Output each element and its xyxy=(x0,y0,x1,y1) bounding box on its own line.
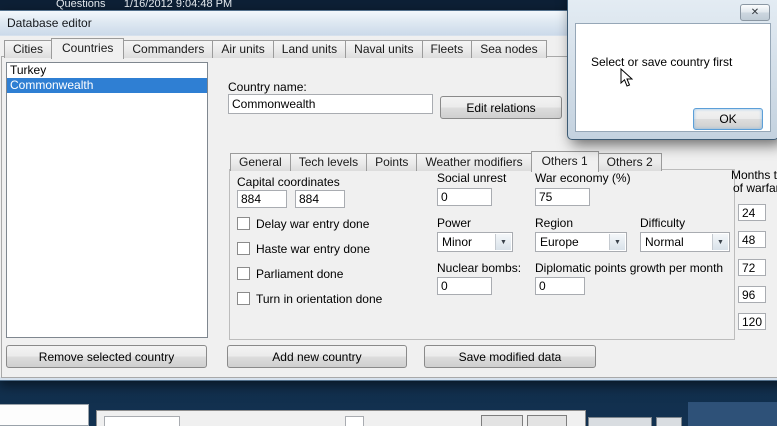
tab-general[interactable]: General xyxy=(230,153,291,171)
months-label-line1: Months to xyxy=(731,168,777,182)
tab-land-units[interactable]: Land units xyxy=(272,40,347,58)
country-name-input[interactable] xyxy=(228,94,433,114)
tab-others-2[interactable]: Others 2 xyxy=(597,153,662,171)
tab-points[interactable]: Points xyxy=(366,153,418,171)
social-unrest-input[interactable] xyxy=(437,188,492,206)
tab-sea-nodes[interactable]: Sea nodes xyxy=(471,40,547,58)
message-box-body: Select or save country first OK xyxy=(575,23,771,132)
window-title: Database editor xyxy=(7,16,92,30)
add-new-country-button[interactable]: Add new country xyxy=(227,345,407,368)
capital-coordinates-label: Capital coordinates xyxy=(237,175,340,189)
list-item-commonwealth[interactable]: Commonwealth xyxy=(7,78,207,93)
list-item-turkey[interactable]: Turkey xyxy=(7,63,207,78)
tab-fleets[interactable]: Fleets xyxy=(421,40,473,58)
months-input-3[interactable] xyxy=(738,259,766,276)
diplomatic-points-label: Diplomatic points growth per month xyxy=(535,261,724,275)
war-economy-label: War economy (%) xyxy=(535,171,631,185)
dropdown-arrow-icon: ▼ xyxy=(495,234,511,250)
months-input-4[interactable] xyxy=(738,286,766,303)
haste-war-entry-label: Haste war entry done xyxy=(256,242,371,256)
difficulty-value: Normal xyxy=(645,235,684,249)
parliament-done-checkbox[interactable] xyxy=(237,267,250,280)
months-input-1[interactable] xyxy=(738,204,766,221)
difficulty-label: Difficulty xyxy=(640,216,686,230)
diplomatic-points-input[interactable] xyxy=(535,277,585,295)
country-name-label: Country name: xyxy=(228,80,307,94)
turn-in-orientation-checkbox[interactable] xyxy=(237,292,250,305)
haste-war-entry-checkbox[interactable] xyxy=(237,242,250,255)
save-modified-data-button[interactable]: Save modified data xyxy=(424,345,596,368)
background-fragment-bottom-right xyxy=(688,402,777,426)
window-fragment-right xyxy=(656,417,682,426)
message-box-text: Select or save country first xyxy=(591,55,733,69)
main-tab-strip: Cities Countries Commanders Air units La… xyxy=(4,38,547,59)
dropdown-arrow-icon: ▼ xyxy=(712,234,728,250)
window-fragment-input xyxy=(104,416,180,426)
region-value: Europe xyxy=(540,235,579,249)
capital-y-input[interactable] xyxy=(295,190,345,208)
window-fragment-input xyxy=(345,416,364,426)
desktop-timestamp-text: Questions 1/16/2012 9:04:48 PM xyxy=(56,0,233,10)
window-fragment-button xyxy=(527,415,567,426)
window-fragment-bottom-bar xyxy=(96,410,586,426)
tab-countries[interactable]: Countries xyxy=(51,38,125,59)
difficulty-select[interactable]: Normal ▼ xyxy=(640,232,730,252)
delay-war-entry-label: Delay war entry done xyxy=(256,217,370,231)
tab-commanders[interactable]: Commanders xyxy=(123,40,214,58)
capital-x-input[interactable] xyxy=(237,190,287,208)
country-listbox[interactable]: Turkey Commonwealth xyxy=(6,62,208,338)
detail-tab-strip: General Tech levels Points Weather modif… xyxy=(230,151,662,172)
power-label: Power xyxy=(437,216,472,230)
region-label: Region xyxy=(535,216,574,230)
tab-others-1[interactable]: Others 1 xyxy=(530,151,599,172)
region-select[interactable]: Europe ▼ xyxy=(535,232,627,252)
tab-naval-units[interactable]: Naval units xyxy=(345,40,423,58)
close-icon[interactable]: ✕ xyxy=(740,4,770,21)
months-label-line2: of warfare xyxy=(733,181,777,195)
power-select[interactable]: Minor ▼ xyxy=(437,232,513,252)
turn-in-orientation-label: Turn in orientation done xyxy=(256,292,383,306)
window-fragment-right xyxy=(588,417,652,426)
tab-tech-levels[interactable]: Tech levels xyxy=(289,153,368,171)
edit-relations-button[interactable]: Edit relations xyxy=(440,96,562,119)
nuclear-bombs-input[interactable] xyxy=(437,277,492,295)
nuclear-bombs-label: Nuclear bombs: xyxy=(437,261,522,275)
window-fragment-button xyxy=(481,415,523,426)
ok-button[interactable]: OK xyxy=(693,108,763,130)
months-input-5[interactable] xyxy=(738,313,766,330)
remove-selected-country-button[interactable]: Remove selected country xyxy=(6,345,207,368)
tab-air-units[interactable]: Air units xyxy=(212,40,274,58)
delay-war-entry-checkbox[interactable] xyxy=(237,217,250,230)
tab-weather-modifiers[interactable]: Weather modifiers xyxy=(416,153,532,171)
power-value: Minor xyxy=(442,235,473,249)
months-input-2[interactable] xyxy=(738,231,766,248)
war-economy-input[interactable] xyxy=(535,188,590,206)
message-box-window: ✕ Select or save country first OK xyxy=(567,0,777,140)
mouse-cursor-icon xyxy=(620,68,633,87)
desktop-background: Questions 1/16/2012 9:04:48 PM Database … xyxy=(0,0,777,426)
social-unrest-label: Social unrest xyxy=(437,171,507,185)
parliament-done-label: Parliament done xyxy=(256,267,344,281)
dropdown-arrow-icon: ▼ xyxy=(609,234,625,250)
tab-cities[interactable]: Cities xyxy=(4,40,53,58)
window-fragment-bottom-left xyxy=(0,404,89,426)
